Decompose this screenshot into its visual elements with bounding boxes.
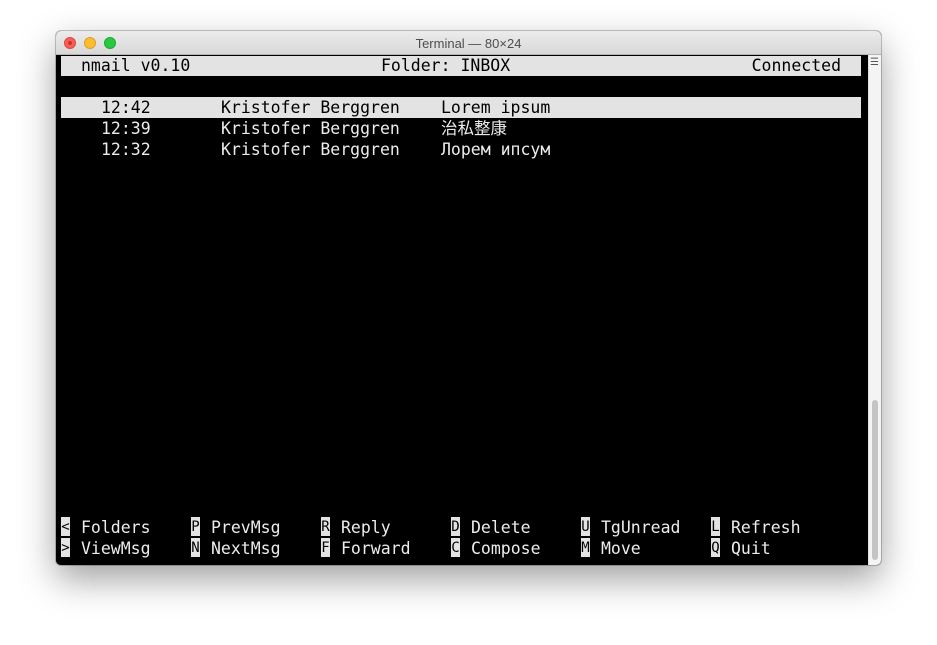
shortcut-label: Folders — [81, 518, 151, 537]
help-delete: D Delete — [451, 517, 531, 538]
message-subject: 治私整康 — [441, 119, 507, 138]
shortcut-label: Move — [601, 539, 641, 558]
shortcut-key: M — [581, 538, 590, 557]
shortcut-key: C — [451, 538, 460, 557]
shortcut-label: Quit — [731, 539, 771, 558]
shortcut-key: U — [581, 517, 590, 536]
message-sender: Kristofer Berggren — [221, 98, 400, 117]
message-subject: Лорем ипсум — [441, 140, 551, 159]
help-viewmsg: > ViewMsg — [61, 538, 151, 559]
app-version: nmail v0.10 — [81, 56, 191, 75]
current-folder: Folder: INBOX — [381, 56, 511, 75]
message-sender: Kristofer Berggren — [221, 119, 400, 138]
shortcut-key: R — [321, 517, 330, 536]
help-refresh: L Refresh — [711, 517, 801, 538]
shortcut-label: ViewMsg — [81, 539, 151, 558]
help-tgunread: U TgUnread — [581, 517, 680, 538]
vertical-scrollbar[interactable]: ☰ — [868, 55, 881, 565]
title-bar[interactable]: Terminal — 80×24 — [56, 31, 881, 55]
shortcut-label: Forward — [341, 539, 411, 558]
split-pane-icon[interactable]: ☰ — [870, 58, 880, 68]
scrollbar-thumb[interactable] — [872, 400, 878, 560]
terminal-screen[interactable]: nmail v0.10 Folder: INBOX Connected 12:4… — [56, 55, 868, 565]
shortcut-key: L — [711, 517, 720, 536]
window-title: Terminal — 80×24 — [415, 36, 522, 51]
message-time: 12:32 — [101, 140, 151, 159]
message-subject: Lorem ipsum — [441, 98, 551, 117]
message-sender: Kristofer Berggren — [221, 140, 400, 159]
help-quit: Q Quit — [711, 538, 771, 559]
help-nextmsg: N NextMsg — [191, 538, 281, 559]
shortcut-key: > — [61, 538, 70, 557]
shortcut-key: Q — [711, 538, 720, 557]
shortcut-key: < — [61, 517, 70, 536]
shortcut-label: Reply — [341, 518, 391, 537]
connection-status: Connected — [751, 56, 841, 75]
shortcut-key: F — [321, 538, 330, 557]
help-prevmsg: P PrevMsg — [191, 517, 281, 538]
help-folders: < Folders — [61, 517, 151, 538]
shortcut-label: Delete — [471, 518, 531, 537]
shortcut-key: P — [191, 517, 200, 536]
help-move: M Move — [581, 538, 641, 559]
terminal-window: Terminal — 80×24 nmail v0.10 Folder: INB… — [56, 31, 881, 565]
message-time: 12:39 — [101, 119, 151, 138]
shortcut-label: Refresh — [731, 518, 801, 537]
shortcut-label: TgUnread — [601, 518, 681, 537]
keyboard-help-bar: < Folders P PrevMsg R Reply D Delete U TgUnre… — [61, 517, 861, 559]
message-time: 12:42 — [101, 98, 151, 117]
message-row[interactable]: 12:39 Kristofer Berggren 治私整康 — [61, 118, 861, 139]
shortcut-label: PrevMsg — [211, 518, 281, 537]
help-compose: C Compose — [451, 538, 541, 559]
shortcut-key: N — [191, 538, 200, 557]
shortcut-key: D — [451, 517, 460, 536]
shortcut-label: NextMsg — [211, 539, 281, 558]
help-reply: R Reply — [321, 517, 391, 538]
help-forward: F Forward — [321, 538, 411, 559]
message-row[interactable]: 12:32 Kristofer Berggren Лорем ипсум — [61, 139, 861, 160]
shortcut-label: Compose — [471, 539, 541, 558]
message-row-selected[interactable]: 12:42 Kristofer Berggren Lorem ipsum — [61, 97, 861, 118]
status-bar: nmail v0.10 Folder: INBOX Connected — [61, 56, 861, 76]
